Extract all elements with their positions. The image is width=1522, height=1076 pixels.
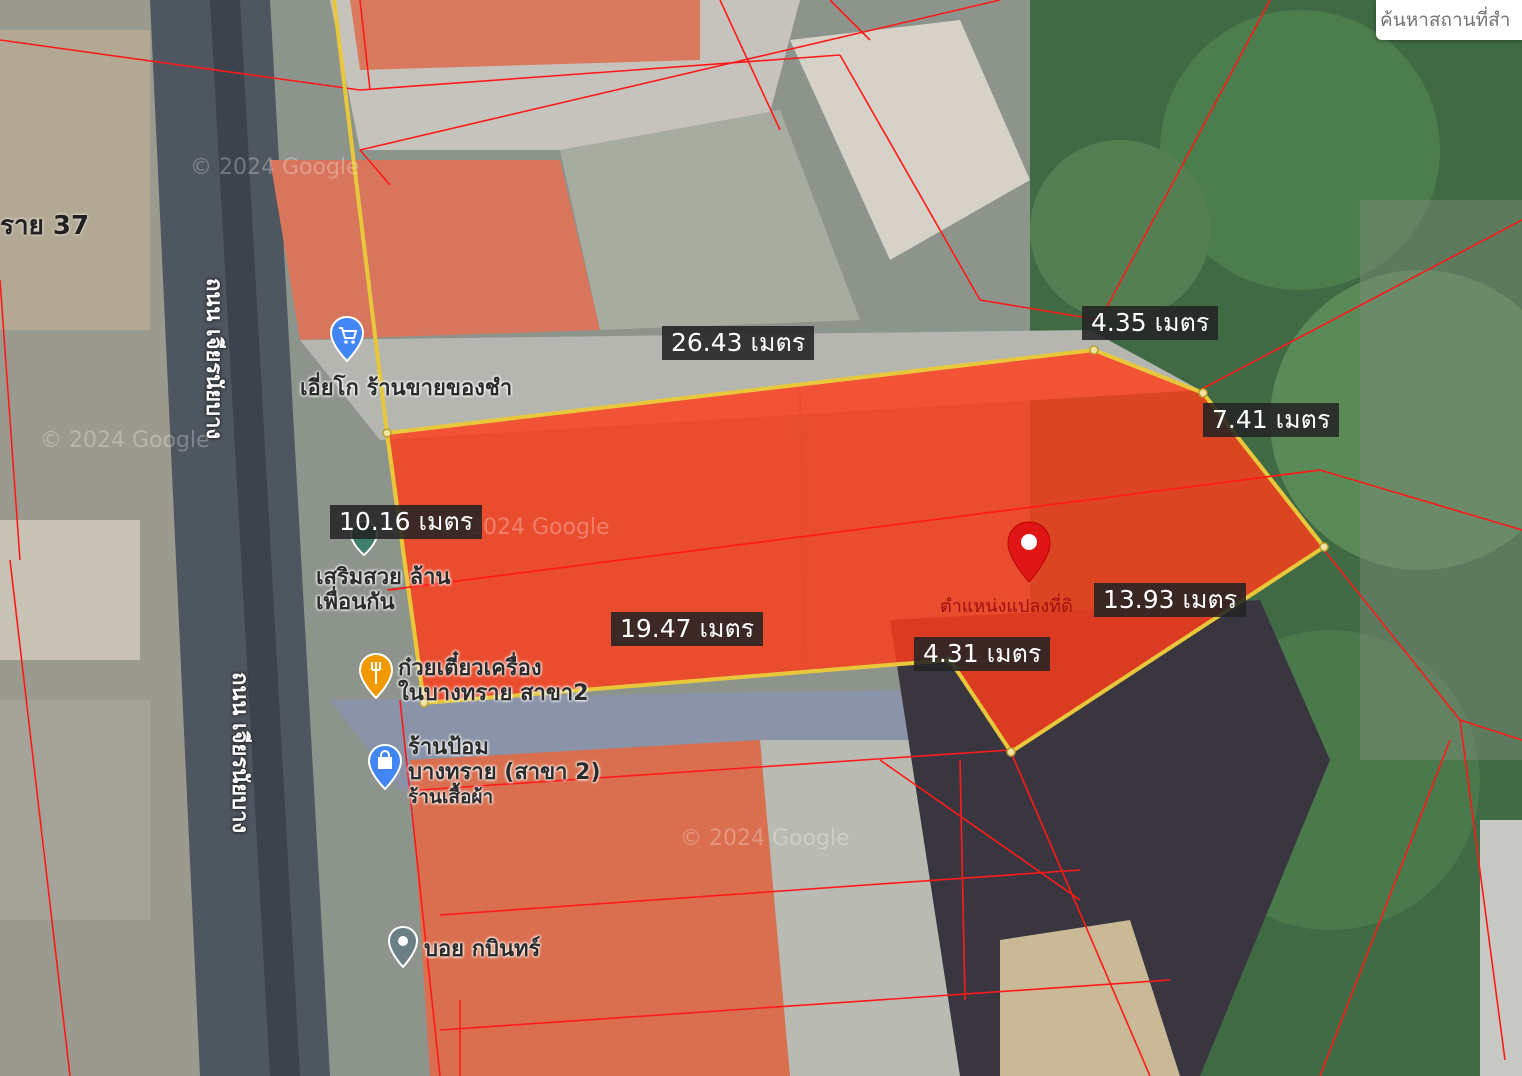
road-label: ถนน เจียรนัยบาง <box>201 278 226 440</box>
shopping-bag-icon[interactable] <box>368 744 402 790</box>
measurement-label: 4.35 เมตร <box>1082 306 1219 340</box>
watermark: © 2024 Google <box>680 826 850 851</box>
poi-subtitle: เพื่อนกัน <box>316 590 395 615</box>
parcel-caption: ตำแหน่งแปลงที่ดิ <box>940 596 1073 617</box>
map-view[interactable]: © 2024 Google © 2024 Google © 2024 Googl… <box>0 0 1522 1076</box>
measurement-label: 10.16 เมตร <box>330 505 483 539</box>
measurement-label: 26.43 เมตร <box>662 326 815 360</box>
search-input[interactable] <box>1376 0 1522 40</box>
poi-shop-top[interactable]: เอี่ยโก ร้านขายของชำ <box>300 376 512 401</box>
measurement-label: 4.31 เมตร <box>914 637 1051 671</box>
watermark: © 2024 Google <box>190 155 360 180</box>
poi-category: ร้านเสื้อผ้า <box>408 786 494 808</box>
map-pin-icon[interactable] <box>388 926 418 968</box>
poi-name: เอี่ยโก ร้านขายของชำ <box>300 376 513 401</box>
measurement-label: 19.47 เมตร <box>611 612 764 646</box>
measurement-label: 13.93 เมตร <box>1094 583 1247 617</box>
poi-name: ก๋วยเตี๋ยวเครื่อง <box>398 656 542 681</box>
poi-name: บอย กบินทร์ <box>424 937 541 962</box>
poi-noodle[interactable]: ก๋วยเตี๋ยวเครื่อง ในบางทราย สาขา2 <box>398 656 589 706</box>
poi-name: เสริมสวย ล้าน <box>316 565 451 590</box>
poi-clothing[interactable]: ร้านป้อม บางทราย (สาขา 2) ร้านเสื้อผ้า <box>408 735 601 810</box>
road-label: ถนน เจียรนัยบาง <box>227 672 252 834</box>
restaurant-icon[interactable] <box>359 653 393 699</box>
location-pin-icon[interactable] <box>1006 520 1052 584</box>
poi-subtitle: ในบางทราย สาขา2 <box>398 681 589 706</box>
road-label: ราย 37 <box>0 211 90 241</box>
measurement-label: 7.41 เมตร <box>1203 403 1340 437</box>
shopping-cart-icon[interactable] <box>330 316 364 362</box>
poi-bottom[interactable]: บอย กบินทร์ <box>424 937 540 962</box>
watermark: © 2024 Google <box>40 428 210 453</box>
poi-subtitle: บางทราย (สาขา 2) <box>408 760 601 785</box>
poi-salon[interactable]: เสริมสวย ล้าน เพื่อนกัน <box>316 565 450 615</box>
poi-name: ร้านป้อม <box>408 735 489 760</box>
